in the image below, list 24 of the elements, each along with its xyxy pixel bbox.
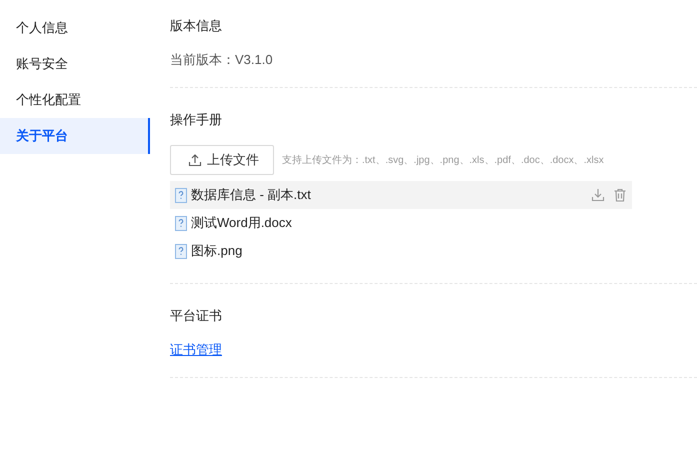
upload-hint: 支持上传文件为：.txt、.svg、.jpg、.png、.xls、.pdf、.doc、.docx、.xlsx [282,154,604,167]
file-item[interactable]: 测试Word用.docx [170,209,632,237]
file-icon [175,244,187,258]
download-icon[interactable] [591,188,605,202]
file-name: 图标.png [191,242,242,260]
section-title: 平台证书 [170,307,223,325]
upload-button[interactable]: 上传文件 [170,145,274,175]
sidebar-item[interactable]: 关于平台 [0,118,150,154]
file-icon [175,188,187,202]
version-value: V3.1.0 [235,52,273,67]
file-item[interactable]: 图标.png [170,237,632,265]
sidebar-item[interactable]: 个性化配置 [0,82,150,118]
upload-icon [188,153,202,167]
section-title: 操作手册 [170,111,223,129]
sidebar-item[interactable]: 个人信息 [0,10,150,46]
file-name: 数据库信息 - 副本.txt [191,186,311,204]
file-icon [175,216,187,230]
certificate-link[interactable]: 证书管理 [170,342,222,357]
file-name: 测试Word用.docx [191,214,292,232]
version-label: 当前版本： [170,52,235,67]
section-title: 版本信息 [170,17,223,35]
sidebar-item[interactable]: 账号安全 [0,46,150,82]
file-item[interactable]: 数据库信息 - 副本.txt [170,181,632,209]
delete-icon[interactable] [613,188,627,202]
